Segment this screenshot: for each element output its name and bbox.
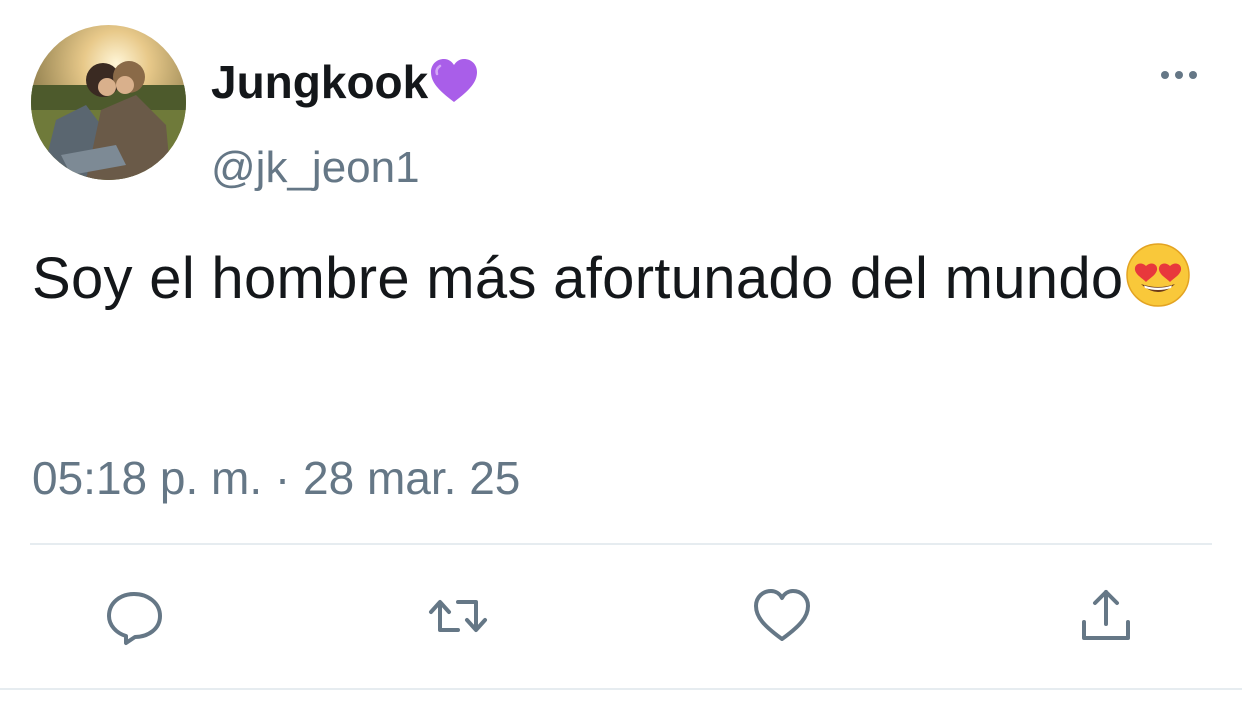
purple-heart-icon — [431, 59, 478, 102]
more-dots-icon — [1161, 71, 1197, 79]
tweet-timestamp[interactable]: 05:18 p. m. · 28 mar. 25 — [32, 448, 520, 508]
retweet-button[interactable] — [428, 586, 488, 646]
display-name-text: Jungkook — [211, 56, 429, 108]
avatar-photo — [31, 25, 186, 180]
more-options-button[interactable] — [1158, 62, 1200, 88]
tweet-text: Soy el hombre más afortunado del mundo — [32, 236, 1202, 322]
divider — [30, 543, 1212, 545]
reply-button[interactable] — [104, 586, 164, 646]
retweet-icon — [429, 600, 487, 632]
tweet-card: Jungkook @jk_jeon1 Soy el hombre más afo… — [0, 0, 1242, 708]
tweet-body: Soy el hombre más afortunado del mundo — [32, 246, 1124, 311]
share-icon — [1082, 590, 1130, 640]
reply-icon — [107, 592, 162, 645]
heart-eyes-emoji-icon — [1126, 243, 1191, 307]
like-button[interactable] — [752, 586, 812, 646]
heart-outline-icon — [754, 589, 810, 641]
bottom-divider — [0, 688, 1242, 690]
display-name[interactable]: Jungkook — [211, 54, 480, 110]
avatar[interactable] — [31, 25, 186, 180]
user-handle[interactable]: @jk_jeon1 — [211, 140, 420, 196]
share-button[interactable] — [1076, 586, 1136, 646]
